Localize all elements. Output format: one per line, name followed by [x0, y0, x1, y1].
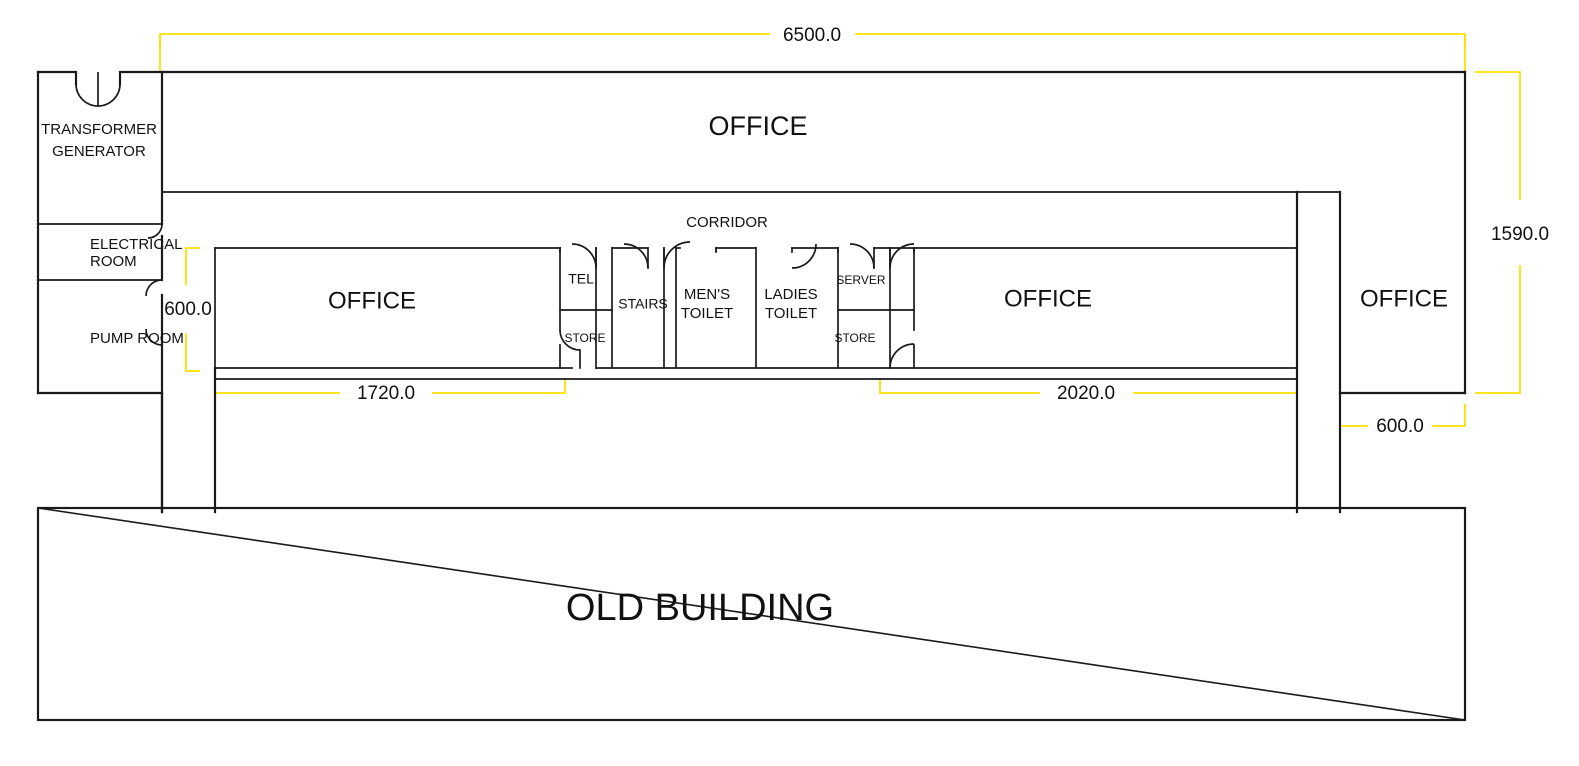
dimension-overall-height-label: 1590.0 — [1491, 224, 1549, 245]
room-label-transformer-generator-line1: TRANSFORMER — [41, 121, 157, 138]
room-label-mens-toilet-line2: TOILET — [681, 305, 733, 322]
room-label-corridor: CORRIDOR — [686, 214, 768, 231]
dimension-overall-width-label: 6500.0 — [783, 25, 841, 46]
dimension-left-bay: 600.0 — [164, 247, 212, 372]
dimension-office-right-width-label: 600.0 — [1376, 416, 1424, 437]
room-label-server: SERVER — [836, 273, 885, 287]
room-label-office-top: OFFICE — [709, 111, 808, 141]
room-label-ladies-toilet-line2: TOILET — [765, 305, 817, 322]
room-label-electrical-room-line2: ROOM — [90, 253, 137, 270]
floor-plan-canvas: 6500.0 1590.0 600.0 1720.0 2020.0 600.0 — [0, 0, 1579, 766]
room-label-tel: TEL. — [568, 271, 598, 287]
room-label-store-right: STORE — [834, 331, 875, 345]
dimension-overall-width: 6500.0 — [159, 25, 1466, 72]
dimension-office-center-right-width-label: 2020.0 — [1057, 383, 1115, 404]
dimension-left-bay-label: 600.0 — [164, 299, 212, 320]
room-label-store-left: STORE — [564, 331, 605, 345]
floor-plan-drawing: 6500.0 1590.0 600.0 1720.0 2020.0 600.0 — [36, 25, 1549, 722]
room-label-ladies-toilet-line1: LADIES — [764, 286, 817, 303]
room-label-electrical-room-line1: ELECTRICAL — [90, 236, 183, 253]
room-label-transformer-generator-line2: GENERATOR — [52, 143, 146, 160]
room-label-pump-room: PUMP ROOM — [90, 330, 184, 347]
room-label-stairs: STAIRS — [618, 296, 668, 312]
dimension-overall-height: 1590.0 — [1475, 71, 1549, 394]
corridor-walls — [161, 190, 1342, 514]
room-label-office-left: OFFICE — [328, 287, 416, 314]
dimension-office-center-right-width: 2020.0 — [879, 379, 1298, 404]
dimension-office-left-width-label: 1720.0 — [357, 383, 415, 404]
room-label-office-center-right: OFFICE — [1004, 285, 1092, 312]
room-label-office-right: OFFICE — [1360, 285, 1448, 312]
dimension-office-right-width: 600.0 — [1339, 404, 1466, 437]
room-labels: TRANSFORMER GENERATOR ELECTRICAL ROOM PU… — [41, 111, 1448, 629]
lower-extension-walls — [160, 366, 1298, 514]
room-label-mens-toilet-line1: MEN'S — [684, 286, 730, 303]
service-block-walls — [37, 70, 164, 514]
room-label-old-building: OLD BUILDING — [566, 587, 834, 629]
dimension-office-left-width: 1720.0 — [214, 379, 566, 404]
